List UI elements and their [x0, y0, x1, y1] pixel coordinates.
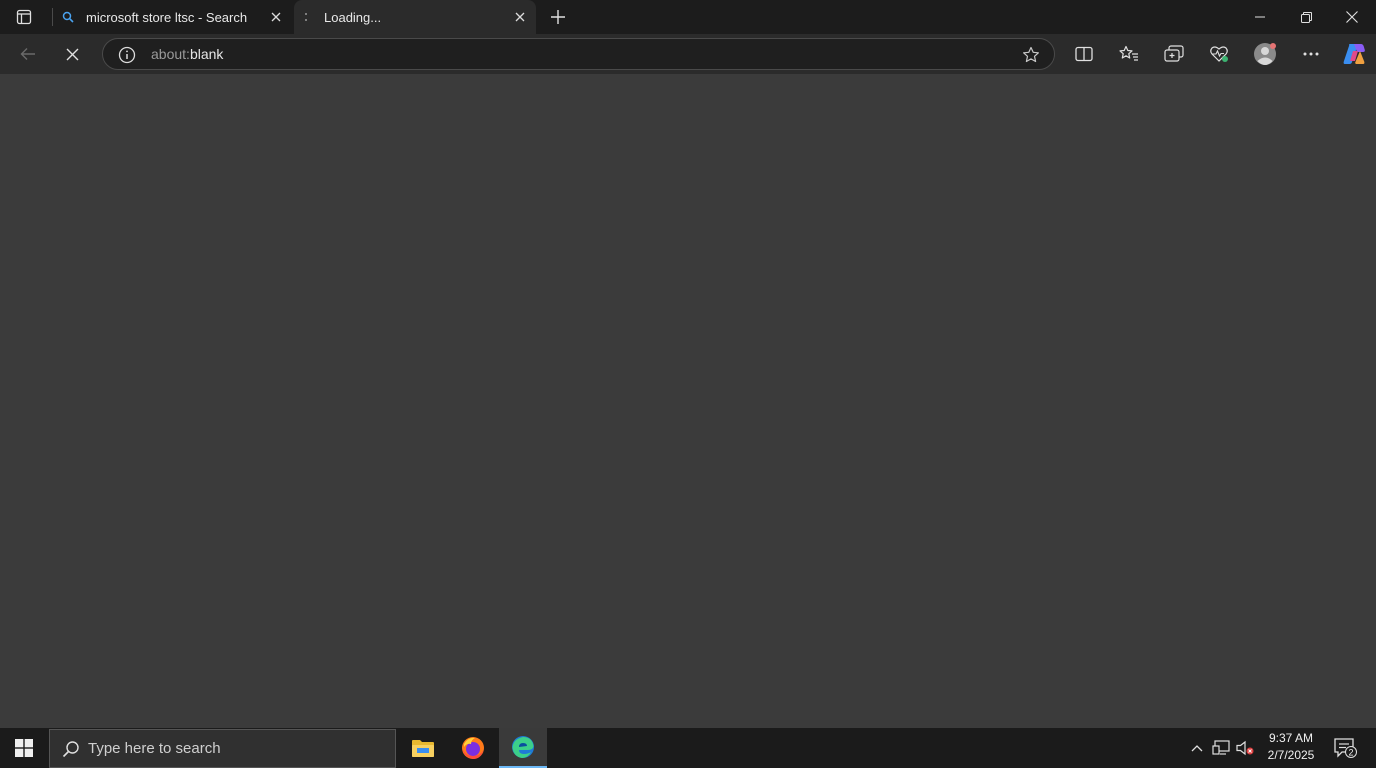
favorite-star-icon[interactable] [1020, 44, 1042, 66]
chevron-up-icon [1191, 745, 1203, 752]
settings-and-more-button[interactable] [1295, 38, 1327, 70]
browser-toolbar: about:blank [0, 34, 1376, 74]
plus-icon [551, 10, 565, 24]
info-icon[interactable] [117, 45, 137, 65]
loading-spinner-icon [298, 9, 314, 25]
close-icon [271, 12, 281, 22]
new-tab-button[interactable] [546, 5, 570, 29]
split-screen-button[interactable] [1068, 38, 1100, 70]
file-explorer-taskbar-button[interactable] [399, 728, 447, 768]
tab-actions-icon [16, 9, 32, 25]
close-icon [1346, 11, 1358, 23]
clock-time: 9:37 AM [1268, 731, 1314, 745]
profile-button[interactable] [1249, 38, 1281, 70]
volume-button[interactable] [1234, 728, 1256, 768]
page-content[interactable] [0, 74, 1376, 728]
show-hidden-icons-button[interactable] [1186, 728, 1208, 768]
start-button[interactable] [0, 728, 48, 768]
network-icon [1212, 740, 1230, 755]
windows-taskbar: Type here to search 9:37 AM 2/7/2025 2 [0, 728, 1376, 768]
tab-search[interactable]: microsoft store ltsc - Search [56, 0, 292, 34]
tab-separator [52, 8, 53, 26]
copilot-icon [1343, 44, 1365, 64]
minimize-icon [1255, 16, 1265, 18]
address-bar[interactable]: about:blank [102, 38, 1055, 70]
address-url[interactable]: about:blank [151, 46, 223, 62]
tab-actions-button[interactable] [6, 4, 42, 30]
search-icon [60, 738, 82, 760]
url-scheme: about: [151, 46, 190, 62]
volume-muted-icon [1236, 740, 1254, 756]
screen: microsoft store ltsc - Search Loading... [0, 0, 1376, 768]
collections-icon [1164, 45, 1184, 62]
notifications-button[interactable]: 2 [1330, 728, 1360, 768]
url-path: blank [189, 46, 224, 62]
close-icon [66, 48, 78, 60]
favorites-icon [1119, 45, 1138, 61]
collections-button[interactable] [1158, 38, 1190, 70]
more-options-icon [1303, 52, 1319, 56]
edge-icon [512, 736, 534, 758]
edge-taskbar-button[interactable] [499, 728, 547, 768]
avatar-icon [1254, 43, 1276, 65]
close-icon [515, 12, 525, 22]
favorites-button[interactable] [1113, 38, 1145, 70]
back-arrow-icon [20, 48, 35, 60]
network-button[interactable] [1210, 728, 1232, 768]
stop-loading-button[interactable] [56, 38, 88, 70]
tab-close-button[interactable] [264, 5, 288, 29]
tab-loading[interactable]: Loading... [294, 0, 536, 34]
browser-essentials-button[interactable] [1203, 38, 1235, 70]
heart-pulse-icon [1210, 46, 1228, 62]
tab-title: microsoft store ltsc - Search [86, 9, 248, 25]
search-placeholder: Type here to search [88, 740, 221, 757]
browser-tab-bar: microsoft store ltsc - Search Loading... [0, 0, 1376, 34]
clock-date: 2/7/2025 [1267, 748, 1315, 762]
system-clock[interactable]: 9:37 AM 2/7/2025 [1258, 730, 1324, 766]
windows-logo-icon [15, 739, 33, 757]
copilot-button[interactable] [1338, 38, 1370, 70]
split-screen-icon [1075, 46, 1093, 62]
firefox-taskbar-button[interactable] [449, 728, 497, 768]
restore-icon [1300, 11, 1312, 23]
tab-title: Loading... [324, 9, 382, 25]
tab-close-button[interactable] [508, 5, 532, 29]
back-button[interactable] [12, 38, 44, 70]
notification-icon: 2 [1334, 738, 1357, 758]
restore-button[interactable] [1283, 0, 1329, 34]
close-window-button[interactable] [1329, 0, 1375, 34]
file-explorer-icon [412, 740, 434, 757]
notification-count: 2 [1348, 748, 1353, 758]
search-icon [60, 9, 76, 25]
taskbar-search-box[interactable]: Type here to search [49, 729, 396, 768]
minimize-button[interactable] [1237, 0, 1283, 34]
firefox-icon [462, 737, 484, 759]
